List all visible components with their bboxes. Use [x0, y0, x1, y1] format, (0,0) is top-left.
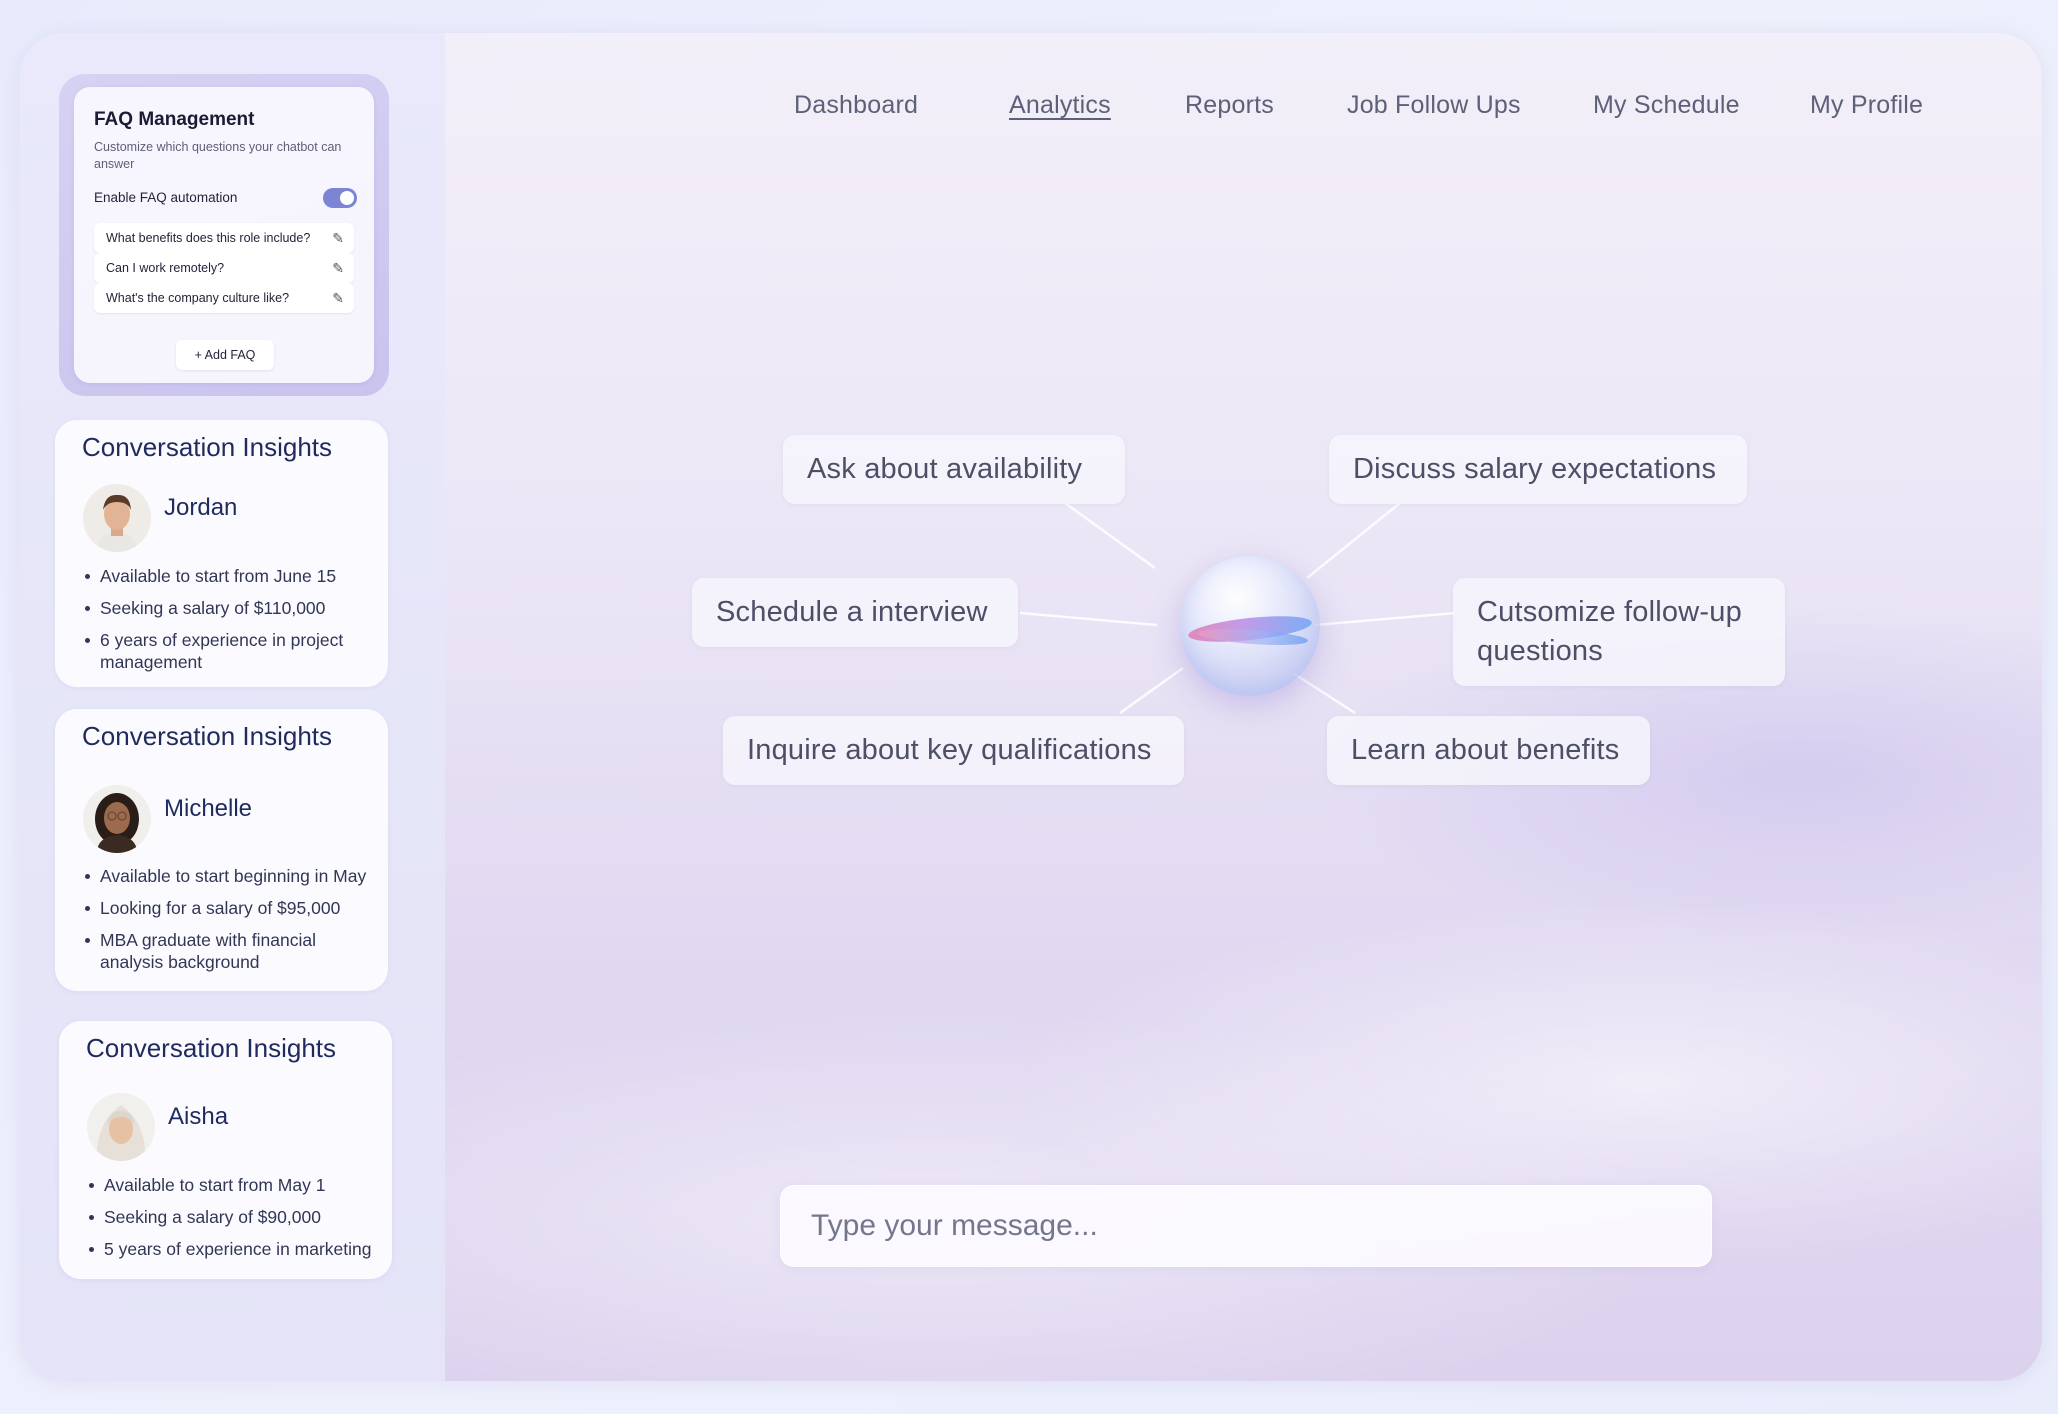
pencil-icon[interactable]: ✎ — [332, 253, 344, 283]
insight-bullet: Available to start from May 1 — [87, 1174, 377, 1196]
assistant-orb-icon[interactable] — [1180, 556, 1320, 696]
sidebar: FAQ Management Customize which questions… — [20, 33, 445, 1381]
person-avatar-icon — [87, 1093, 155, 1161]
nav-dashboard[interactable]: Dashboard — [794, 91, 918, 120]
suggestion-label: Ask about availability — [807, 453, 1083, 485]
suggestion-ask-availability[interactable]: Ask about availability — [783, 435, 1125, 504]
suggestion-label: Schedule a interview — [716, 596, 988, 628]
insight-bullet: Available to start beginning in May — [83, 865, 373, 887]
insight-bullet: Looking for a salary of $95,000 — [83, 897, 373, 919]
connector-line — [1119, 666, 1184, 715]
insight-bullets: Available to start from May 1 Seeking a … — [87, 1174, 377, 1270]
faq-question: What benefits does this role include? — [106, 231, 311, 245]
nav-job-follow-ups[interactable]: Job Follow Ups — [1347, 91, 1521, 120]
pencil-icon[interactable]: ✎ — [332, 223, 344, 253]
insight-bullets: Available to start from June 15 Seeking … — [83, 565, 373, 683]
faq-question: What's the company culture like? — [106, 291, 290, 305]
faq-question: Can I work remotely? — [106, 261, 225, 275]
suggestion-schedule-interview[interactable]: Schedule a interview — [692, 578, 1018, 647]
connector-line — [1314, 611, 1456, 627]
person-avatar-icon — [83, 484, 151, 552]
faq-item[interactable]: What benefits does this role include? ✎ — [94, 223, 354, 253]
avatar — [83, 785, 151, 853]
faq-automation-toggle[interactable] — [323, 188, 357, 208]
app-window: FAQ Management Customize which questions… — [20, 33, 2042, 1381]
person-name: Michelle — [164, 795, 253, 822]
nav-reports[interactable]: Reports — [1185, 91, 1274, 120]
add-faq-button[interactable]: + Add FAQ — [176, 340, 274, 370]
top-nav: Dashboard Analytics Reports Job Follow U… — [445, 33, 2042, 143]
person-avatar-icon — [83, 785, 151, 853]
nav-my-schedule[interactable]: My Schedule — [1593, 91, 1740, 120]
faq-title: FAQ Management — [94, 109, 255, 130]
connector-line — [1019, 611, 1158, 627]
faq-item[interactable]: What's the company culture like? ✎ — [94, 283, 354, 313]
insight-title: Conversation Insights — [82, 432, 333, 462]
faq-panel: FAQ Management Customize which questions… — [59, 74, 389, 396]
main-area: Dashboard Analytics Reports Job Follow U… — [445, 33, 2042, 1381]
insight-bullet: 6 years of experience in project managem… — [83, 629, 373, 673]
faq-toggle-label: Enable FAQ automation — [94, 190, 238, 205]
insight-card-jordan: Conversation Insights Jordan Available t… — [55, 420, 388, 687]
person-name: Jordan — [164, 494, 238, 521]
suggestion-discuss-salary[interactable]: Discuss salary expectations — [1329, 435, 1747, 504]
nav-analytics[interactable]: Analytics — [1009, 91, 1111, 120]
suggestion-key-qualifications[interactable]: Inquire about key qualifications — [723, 716, 1184, 785]
insight-bullets: Available to start beginning in May Look… — [83, 865, 373, 983]
toggle-knob — [340, 191, 354, 205]
insight-bullet: Available to start from June 15 — [83, 565, 373, 587]
insight-bullet: Seeking a salary of $110,000 — [83, 597, 373, 619]
nav-my-profile[interactable]: My Profile — [1810, 91, 1923, 120]
insight-bullet: 5 years of experience in marketing — [87, 1238, 377, 1260]
insight-card-michelle: Conversation Insights Michelle Available… — [55, 709, 388, 991]
insight-bullet: MBA graduate with financial analysis bac… — [83, 929, 373, 973]
insight-card-aisha: Conversation Insights Aisha Available to… — [59, 1021, 392, 1279]
insight-bullet: Seeking a salary of $90,000 — [87, 1206, 377, 1228]
faq-item[interactable]: Can I work remotely? ✎ — [94, 253, 354, 283]
suggestion-label: Discuss salary expectations — [1353, 453, 1717, 485]
avatar — [83, 484, 151, 552]
connector-line — [1306, 502, 1401, 579]
suggestion-label: Learn about benefits — [1351, 734, 1620, 766]
connector-line — [1292, 671, 1356, 715]
faq-card: FAQ Management Customize which questions… — [74, 87, 374, 383]
suggestion-customize-follow-up[interactable]: Cutsomize follow-up questions — [1453, 578, 1785, 686]
pencil-icon[interactable]: ✎ — [332, 283, 344, 313]
suggestion-connectors — [1019, 501, 1456, 715]
connector-line — [1064, 501, 1156, 570]
suggestion-learn-benefits[interactable]: Learn about benefits — [1327, 716, 1650, 785]
suggestion-label: Inquire about key qualifications — [747, 734, 1152, 766]
person-name: Aisha — [168, 1103, 229, 1130]
suggestion-label: Cutsomize follow-up questions — [1477, 596, 1742, 667]
faq-subtitle: Customize which questions your chatbot c… — [94, 140, 342, 171]
insight-title: Conversation Insights — [82, 721, 333, 751]
avatar — [87, 1093, 155, 1161]
message-input[interactable] — [780, 1185, 1712, 1267]
insight-title: Conversation Insights — [86, 1033, 337, 1063]
